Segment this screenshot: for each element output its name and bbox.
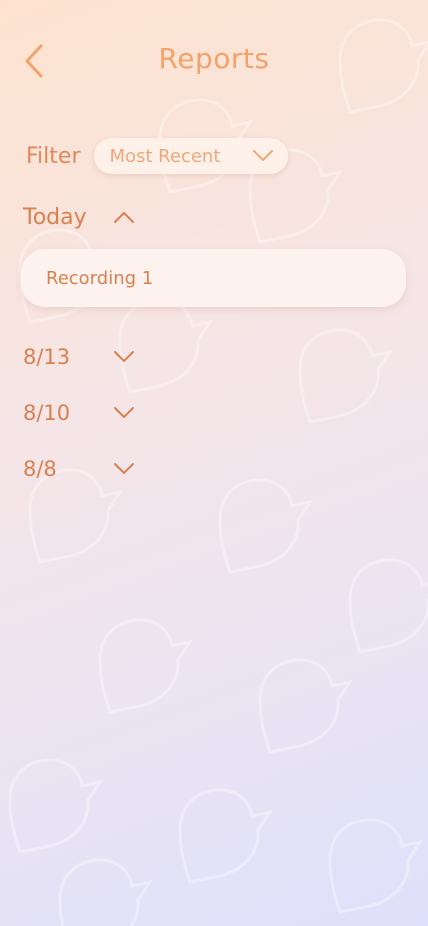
group-label: 8/10	[23, 401, 71, 425]
group-header-8-13[interactable]: 8/13	[23, 342, 135, 372]
filter-selected-value: Most Recent	[109, 145, 221, 167]
group-label: 8/13	[23, 345, 71, 369]
chevron-up-icon	[114, 212, 134, 223]
recording-label: Recording 1	[46, 267, 154, 289]
group-label: Today	[23, 204, 87, 230]
chevron-down-icon	[114, 407, 134, 418]
chevron-down-icon	[114, 351, 134, 362]
header: Reports	[0, 0, 428, 120]
filter-row: Filter Most Recent	[26, 138, 289, 174]
chevron-down-icon	[253, 150, 274, 161]
page-title: Reports	[158, 42, 270, 75]
group-header-today[interactable]: Today	[23, 202, 135, 232]
filter-dropdown[interactable]: Most Recent	[94, 138, 289, 174]
group-header-8-10[interactable]: 8/10	[23, 398, 135, 428]
recording-item[interactable]: Recording 1	[21, 249, 406, 307]
group-header-8-8[interactable]: 8/8	[23, 454, 135, 484]
group-label: 8/8	[23, 457, 57, 481]
filter-label: Filter	[26, 143, 81, 169]
chevron-down-icon	[114, 463, 134, 474]
